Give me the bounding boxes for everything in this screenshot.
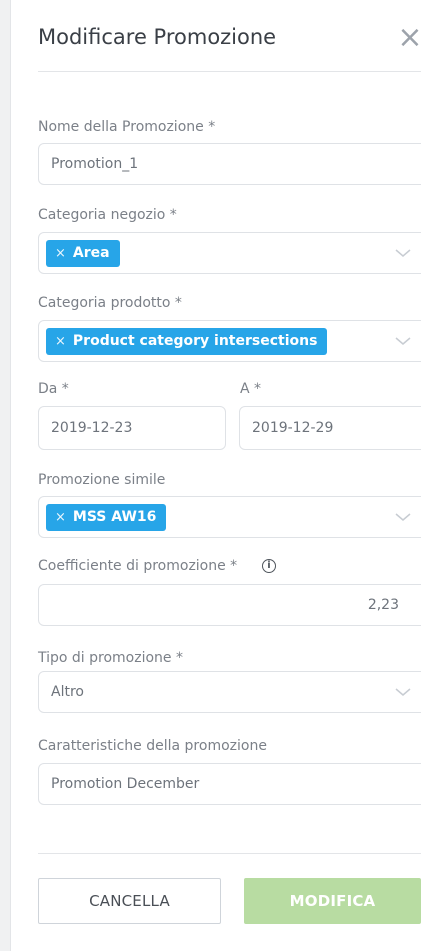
promotion-type-label: Tipo di promozione * [38, 650, 183, 666]
promotion-type-value: Altro [51, 684, 84, 700]
cancel-button[interactable]: CANCELLA [38, 878, 221, 924]
chevron-down-icon[interactable] [394, 247, 412, 259]
remove-tag-icon[interactable]: × [55, 334, 66, 349]
page-title: Modificare Promozione [38, 25, 277, 49]
similar-promotion-tag[interactable]: × MSS AW16 [46, 503, 167, 531]
header-divider [38, 71, 421, 72]
coefficient-input[interactable]: 2,23 [38, 584, 421, 626]
from-date-value: 2019-12-23 [51, 420, 133, 436]
modify-button[interactable]: MODIFICA [244, 878, 421, 924]
remove-tag-icon[interactable]: × [55, 246, 66, 261]
similar-promotion-select[interactable]: × MSS AW16 [38, 496, 421, 538]
store-category-select[interactable]: × Area [38, 232, 421, 274]
to-date-value: 2019-12-29 [252, 420, 334, 436]
product-category-label: Categoria prodotto * [38, 295, 182, 311]
promotion-name-input[interactable]: Promotion_1 [38, 143, 421, 185]
chevron-down-icon[interactable] [394, 335, 412, 347]
store-category-tag[interactable]: × Area [46, 239, 120, 267]
info-icon[interactable]: i [262, 559, 276, 573]
to-date-label: A * [240, 381, 262, 397]
similar-promotion-label: Promozione simile [38, 472, 166, 488]
remove-tag-icon[interactable]: × [55, 510, 66, 525]
chevron-down-icon[interactable] [394, 686, 412, 698]
panel-left-edge [0, 0, 11, 951]
product-category-select[interactable]: × Product category intersections [38, 320, 421, 362]
promotion-name-label: Nome della Promozione * [38, 119, 216, 135]
coefficient-value: 2,23 [367, 597, 399, 613]
from-date-input[interactable]: 2019-12-23 [38, 406, 226, 450]
store-category-label: Categoria negozio * [38, 207, 177, 223]
features-input[interactable]: Promotion December [38, 763, 421, 805]
footer-divider [38, 853, 421, 854]
promotion-type-select[interactable]: Altro [38, 671, 421, 713]
close-icon[interactable]: × [396, 23, 421, 53]
features-value: Promotion December [51, 776, 200, 792]
promotion-name-value: Promotion_1 [51, 156, 139, 172]
from-date-label: Da * [38, 381, 69, 397]
chevron-down-icon[interactable] [394, 511, 412, 523]
edit-promotion-panel: Modificare Promozione × Nome della Promo… [0, 0, 421, 951]
coefficient-label: Coefficiente di promozione * [38, 558, 238, 574]
to-date-input[interactable]: 2019-12-29 [239, 406, 421, 450]
features-label: Caratteristiche della promozione [38, 738, 267, 754]
product-category-tag[interactable]: × Product category intersections [46, 327, 328, 355]
